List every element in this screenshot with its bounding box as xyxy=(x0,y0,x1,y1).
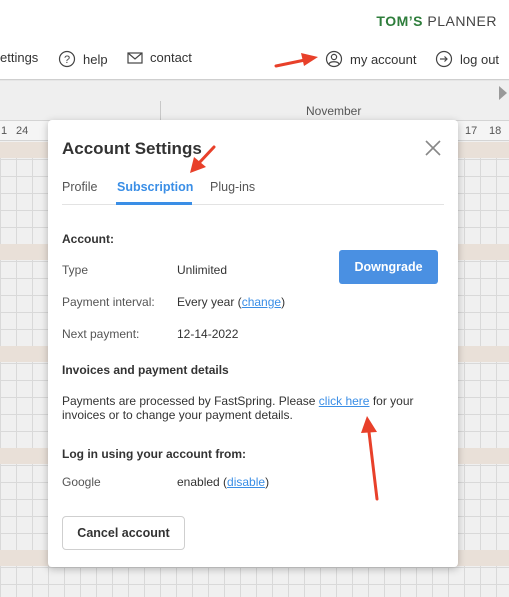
account-settings-modal: Account Settings Profile Subscription Pl… xyxy=(48,120,458,567)
login-heading: Log in using your account from: xyxy=(62,447,246,461)
click-here-link[interactable]: click here xyxy=(319,394,370,408)
nav-settings[interactable]: ettings xyxy=(0,50,38,65)
day-label: 17 xyxy=(465,125,478,137)
day-label: 24 xyxy=(16,125,29,137)
disable-link[interactable]: disable xyxy=(227,475,265,489)
modal-title: Account Settings xyxy=(62,139,202,158)
active-tab-indicator xyxy=(116,202,192,205)
day-label: 18 xyxy=(489,125,502,137)
nav-contact[interactable]: contact xyxy=(127,50,192,65)
tab-bar: Profile Subscription Plug-ins xyxy=(62,180,444,205)
account-icon xyxy=(325,50,343,68)
google-status: enabled (disable) xyxy=(177,475,270,489)
day-label: 1 xyxy=(1,125,8,137)
nav-my-account-label: my account xyxy=(350,51,417,67)
tab-subscription[interactable]: Subscription xyxy=(117,180,193,194)
tab-plugins[interactable]: Plug-ins xyxy=(210,180,255,194)
top-bar: TOM’S PLANNER ettings ? help contact my … xyxy=(0,0,509,80)
google-label: Google xyxy=(62,475,101,489)
downgrade-button[interactable]: Downgrade xyxy=(339,250,438,284)
account-heading: Account: xyxy=(62,232,114,246)
payment-interval-label: Payment interval: xyxy=(62,295,155,309)
nav-my-account[interactable]: my account xyxy=(325,50,416,68)
cancel-account-button[interactable]: Cancel account xyxy=(62,516,185,550)
nav-logout[interactable]: log out xyxy=(435,50,499,68)
month-divider xyxy=(160,101,161,121)
nav-help-label: help xyxy=(83,51,108,67)
invoices-heading: Invoices and payment details xyxy=(62,363,229,377)
next-payment-value: 12-14-2022 xyxy=(177,327,239,341)
next-payment-label: Next payment: xyxy=(62,327,140,341)
contact-icon xyxy=(127,51,143,65)
chevron-right-icon[interactable] xyxy=(499,86,507,100)
payment-interval-value: Every year (change) xyxy=(177,295,286,309)
nav-contact-label: contact xyxy=(150,50,192,65)
nav-settings-label: ettings xyxy=(0,50,39,65)
tab-profile[interactable]: Profile xyxy=(62,180,97,194)
brand-logo: TOM’S PLANNER xyxy=(376,13,497,29)
invoices-text: Payments are processed by FastSpring. Pl… xyxy=(62,394,414,422)
help-icon: ? xyxy=(58,50,76,68)
nav-help[interactable]: ? help xyxy=(58,50,108,68)
close-icon[interactable] xyxy=(424,139,442,157)
svg-text:?: ? xyxy=(64,54,70,66)
logout-icon xyxy=(435,50,453,68)
month-header: November xyxy=(0,81,509,121)
nav-logout-label: log out xyxy=(460,51,500,67)
month-label: November xyxy=(306,104,362,118)
change-link[interactable]: change xyxy=(242,295,281,309)
type-value: Unlimited xyxy=(177,263,228,277)
type-label: Type xyxy=(62,263,89,277)
